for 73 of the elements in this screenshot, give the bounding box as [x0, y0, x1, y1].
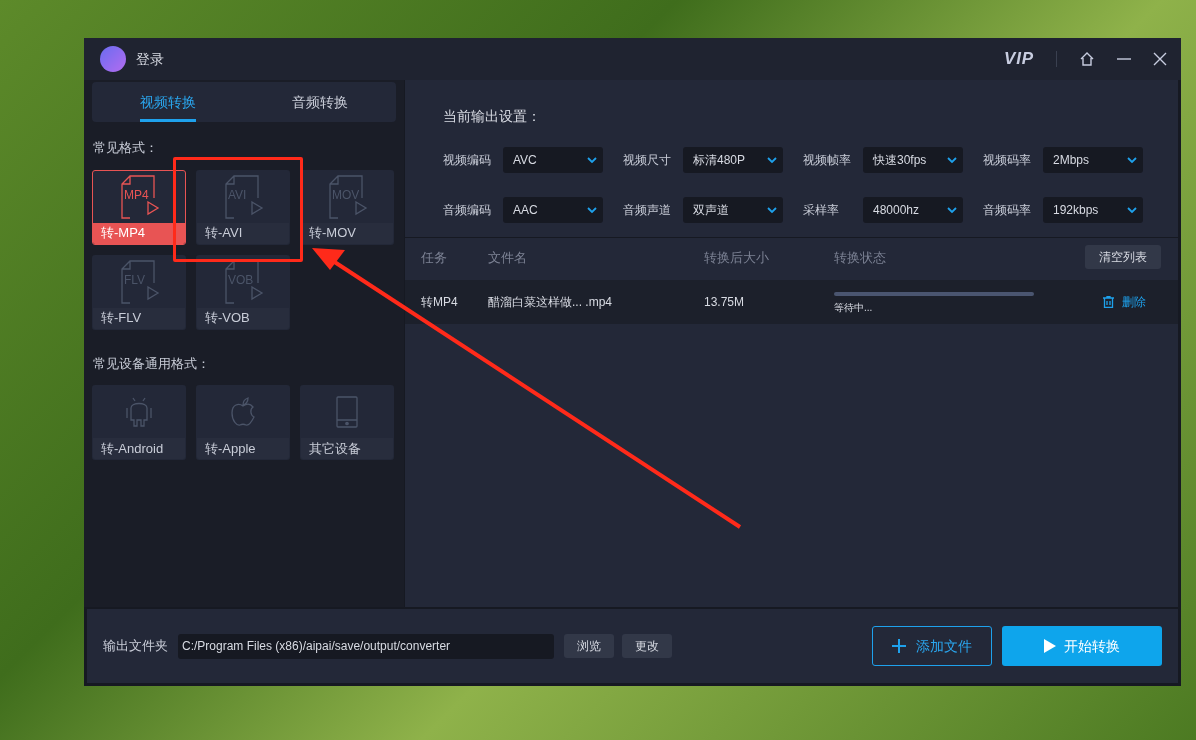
status-text: 等待中... — [834, 300, 874, 315]
format-label: 转-Android — [93, 438, 185, 459]
avatar-icon[interactable] — [100, 46, 126, 72]
file-icon — [118, 173, 160, 220]
chevron-down-icon — [587, 207, 597, 213]
task-cell-text: 转MP4 — [420, 294, 459, 311]
setting-label: 采样率 — [803, 202, 840, 219]
tab[interactable]: 音频转换 — [292, 82, 348, 122]
close-icon[interactable] — [1153, 52, 1167, 66]
trash-icon — [1103, 296, 1114, 308]
format-label: 转-MOV — [301, 222, 393, 244]
apple-icon — [230, 397, 256, 427]
file-name-cell-text: 醋溜白菜这样做... .mp4 — [488, 294, 613, 311]
icon-label: MP4 — [124, 186, 149, 204]
format-card[interactable]: 转-Apple — [196, 385, 290, 460]
format-card[interactable]: 转-Android — [92, 385, 186, 460]
setting-dropdown[interactable]: 标清480P — [683, 147, 783, 173]
format-label: 转-AVI — [197, 222, 289, 244]
section-title: 常见设备通用格式： — [92, 354, 211, 373]
delete-button[interactable]: 删除 — [1103, 293, 1146, 311]
folder-button[interactable]: 浏览 — [564, 634, 614, 658]
settings-title: 当前输出设置： — [443, 107, 542, 126]
add-file-button[interactable]: 添加文件 — [872, 626, 992, 666]
setting-dropdown[interactable]: 192kbps — [1043, 197, 1143, 223]
setting-dropdown[interactable]: AAC — [503, 197, 603, 223]
format-card[interactable]: MP4 转-MP4 — [92, 169, 186, 245]
size-cell-text: 13.75M — [704, 294, 746, 311]
file-icon — [326, 173, 368, 220]
chevron-down-icon — [587, 157, 597, 163]
column-header: 转换后大小 — [704, 249, 770, 268]
setting-label: 音频编码 — [443, 202, 492, 219]
setting-label: 音频码率 — [983, 202, 1032, 219]
format-label: 其它设备 — [301, 438, 393, 459]
setting-label: 视频码率 — [983, 152, 1032, 169]
chevron-down-icon — [1127, 207, 1137, 213]
vip-logo[interactable]: VIP — [1004, 46, 1034, 72]
setting-dropdown[interactable]: 快速30fps — [863, 147, 963, 173]
setting-dropdown[interactable]: 48000hz — [863, 197, 963, 223]
tab[interactable]: 视频转换 — [140, 82, 196, 122]
section-title: 常见格式： — [92, 139, 159, 157]
folder-button[interactable]: 更改 — [622, 634, 672, 658]
chevron-down-icon — [767, 207, 777, 213]
setting-label: 音频声道 — [623, 202, 672, 219]
android-icon — [125, 396, 153, 428]
file-icon — [222, 173, 264, 220]
column-header: 文件名 — [488, 249, 528, 268]
setting-dropdown[interactable]: 双声道 — [683, 197, 783, 223]
tablet-icon — [336, 396, 358, 428]
task-row[interactable]: 转MP4 醋溜白菜这样做... .mp4 13.75M 等待中... 删除 — [405, 280, 1178, 324]
format-label: 转-Apple — [197, 438, 289, 459]
setting-label: 视频帧率 — [803, 152, 852, 169]
setting-dropdown[interactable]: 2Mbps — [1043, 147, 1143, 173]
file-icon — [118, 258, 160, 305]
setting-dropdown[interactable]: AVC — [503, 147, 603, 173]
chevron-down-icon — [767, 157, 777, 163]
login-link[interactable]: 登录 — [136, 48, 164, 70]
setting-label: 视频编码 — [443, 152, 492, 169]
chevron-down-icon — [947, 157, 957, 163]
output-folder-label: 输出文件夹 — [103, 637, 168, 656]
chevron-down-icon — [947, 207, 957, 213]
plus-icon — [892, 639, 906, 653]
format-label: 转-FLV — [93, 307, 185, 329]
play-icon — [1044, 639, 1056, 653]
setting-label: 视频尺寸 — [623, 152, 672, 169]
output-path-field[interactable]: C:/Program Files (x86)/aipai/save/output/converter — [178, 633, 554, 659]
format-label: 转-VOB — [197, 307, 289, 329]
format-card[interactable]: 其它设备 — [300, 385, 394, 460]
format-label: 转-MP4 — [93, 222, 185, 244]
chevron-down-icon — [1127, 157, 1137, 163]
home-icon[interactable] — [1079, 51, 1095, 67]
column-header: 任务 — [420, 249, 448, 268]
column-header: 转换状态 — [834, 249, 887, 268]
clear-list-button[interactable]: 清空列表 — [1085, 245, 1161, 269]
